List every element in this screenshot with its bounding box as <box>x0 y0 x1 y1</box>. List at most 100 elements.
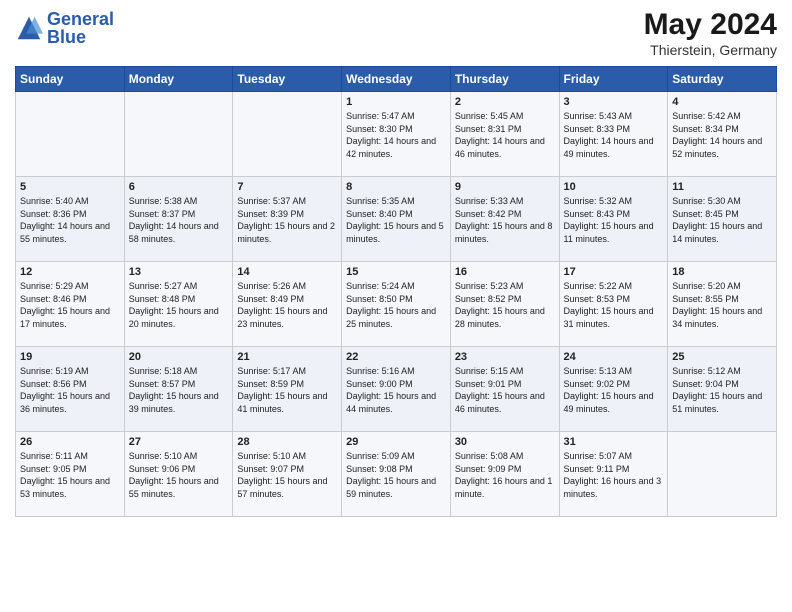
day-number: 20 <box>129 351 229 363</box>
header: General Blue May 2024 Thierstein, German… <box>15 10 777 58</box>
day-number: 17 <box>564 266 664 278</box>
day-cell: 21 Sunrise: 5:17 AMSunset: 8:59 PMDayligh… <box>233 347 342 432</box>
day-number: 26 <box>20 436 120 448</box>
day-cell: 1 Sunrise: 5:47 AMSunset: 8:30 PMDaylight… <box>342 92 451 177</box>
day-number: 14 <box>237 266 337 278</box>
day-info: Sunrise: 5:29 AMSunset: 8:46 PMDaylight:… <box>20 280 120 330</box>
calendar-table: SundayMondayTuesdayWednesdayThursdayFrid… <box>15 66 777 517</box>
day-number: 22 <box>346 351 446 363</box>
day-cell: 17Sunrise: 5:22 AMSunset: 8:53 PMDayligh… <box>559 262 668 347</box>
logo-text: General Blue <box>47 10 114 46</box>
day-number: 18 <box>672 266 772 278</box>
day-number: 21 <box>237 351 337 363</box>
day-info: Sunrise: 5:43 AMSunset: 8:33 PMDaylight:… <box>564 110 664 160</box>
day-cell: 2Sunrise: 5:45 AMSunset: 8:31 PMDaylight… <box>450 92 559 177</box>
day-cell: 28Sunrise: 5:10 AMSunset: 9:07 PMDayligh… <box>233 432 342 517</box>
day-number: 23 <box>455 351 555 363</box>
day-number: 12 <box>20 266 120 278</box>
day-number: 2 <box>455 96 555 108</box>
day-cell: 16 Sunrise: 5:23 AMSunset: 8:52 PMDayligh… <box>450 262 559 347</box>
day-cell <box>233 92 342 177</box>
day-info: Sunrise: 5:24 AMSunset: 8:50 PMDaylight:… <box>346 280 446 330</box>
day-info: Sunrise: 5:38 AMSunset: 8:37 PMDaylight:… <box>129 195 229 245</box>
day-number: 3 <box>564 96 664 108</box>
day-cell: 4 Sunrise: 5:42 AMSunset: 8:34 PMDaylight… <box>668 92 777 177</box>
day-info: Sunrise: 5:16 AMSunset: 9:00 PMDaylight:… <box>346 365 446 415</box>
day-cell <box>16 92 125 177</box>
page: General Blue May 2024 Thierstein, German… <box>0 0 792 612</box>
day-info: Sunrise: 5:13 AMSunset: 9:02 PMDaylight:… <box>564 365 664 415</box>
day-cell: 3 Sunrise: 5:43 AMSunset: 8:33 PMDaylight… <box>559 92 668 177</box>
day-number: 6 <box>129 181 229 193</box>
col-header-monday: Monday <box>124 67 233 92</box>
day-info: Sunrise: 5:17 AMSunset: 8:59 PMDaylight:… <box>237 365 337 415</box>
day-info: Sunrise: 5:15 AMSunset: 9:01 PMDaylight:… <box>455 365 555 415</box>
day-number: 29 <box>346 436 446 448</box>
col-header-tuesday: Tuesday <box>233 67 342 92</box>
day-info: Sunrise: 5:30 AMSunset: 8:45 PMDaylight:… <box>672 195 772 245</box>
day-number: 24 <box>564 351 664 363</box>
day-info: Sunrise: 5:27 AMSunset: 8:48 PMDaylight:… <box>129 280 229 330</box>
day-info: Sunrise: 5:20 AMSunset: 8:55 PMDaylight:… <box>672 280 772 330</box>
title-block: May 2024 Thierstein, Germany <box>644 10 777 58</box>
day-info: Sunrise: 5:42 AMSunset: 8:34 PMDaylight:… <box>672 110 772 160</box>
day-cell: 13 Sunrise: 5:27 AMSunset: 8:48 PMDayligh… <box>124 262 233 347</box>
day-info: Sunrise: 5:10 AMSunset: 9:06 PMDaylight:… <box>129 450 229 500</box>
day-number: 11 <box>672 181 772 193</box>
day-number: 5 <box>20 181 120 193</box>
day-cell: 6 Sunrise: 5:38 AMSunset: 8:37 PMDaylight… <box>124 177 233 262</box>
week-row-2: 5 Sunrise: 5:40 AMSunset: 8:36 PMDaylight… <box>16 177 777 262</box>
day-cell: 9 Sunrise: 5:33 AMSunset: 8:42 PMDaylight… <box>450 177 559 262</box>
day-info: Sunrise: 5:07 AMSunset: 9:11 PMDaylight:… <box>564 450 664 500</box>
day-info: Sunrise: 5:19 AMSunset: 8:56 PMDaylight:… <box>20 365 120 415</box>
day-cell: 12 Sunrise: 5:29 AMSunset: 8:46 PMDayligh… <box>16 262 125 347</box>
day-number: 27 <box>129 436 229 448</box>
logo-icon <box>15 14 43 42</box>
day-cell: 25 Sunrise: 5:12 AMSunset: 9:04 PMDayligh… <box>668 347 777 432</box>
day-cell: 27 Sunrise: 5:10 AMSunset: 9:06 PMDayligh… <box>124 432 233 517</box>
col-header-sunday: Sunday <box>16 67 125 92</box>
day-cell: 23 Sunrise: 5:15 AMSunset: 9:01 PMDayligh… <box>450 347 559 432</box>
day-info: Sunrise: 5:32 AMSunset: 8:43 PMDaylight:… <box>564 195 664 245</box>
day-info: Sunrise: 5:23 AMSunset: 8:52 PMDaylight:… <box>455 280 555 330</box>
logo-general: General <box>47 9 114 29</box>
day-info: Sunrise: 5:18 AMSunset: 8:57 PMDaylight:… <box>129 365 229 415</box>
week-row-1: 1 Sunrise: 5:47 AMSunset: 8:30 PMDaylight… <box>16 92 777 177</box>
day-info: Sunrise: 5:09 AMSunset: 9:08 PMDaylight:… <box>346 450 446 500</box>
day-number: 25 <box>672 351 772 363</box>
day-cell: 11 Sunrise: 5:30 AMSunset: 8:45 PMDayligh… <box>668 177 777 262</box>
day-number: 16 <box>455 266 555 278</box>
logo: General Blue <box>15 10 114 46</box>
day-number: 9 <box>455 181 555 193</box>
day-cell <box>668 432 777 517</box>
day-cell: 8Sunrise: 5:35 AMSunset: 8:40 PMDaylight… <box>342 177 451 262</box>
day-info: Sunrise: 5:26 AMSunset: 8:49 PMDaylight:… <box>237 280 337 330</box>
day-cell: 26 Sunrise: 5:11 AMSunset: 9:05 PMDayligh… <box>16 432 125 517</box>
day-number: 8 <box>346 181 446 193</box>
day-number: 1 <box>346 96 446 108</box>
day-number: 13 <box>129 266 229 278</box>
day-number: 4 <box>672 96 772 108</box>
day-cell: 5 Sunrise: 5:40 AMSunset: 8:36 PMDaylight… <box>16 177 125 262</box>
day-cell: 10Sunrise: 5:32 AMSunset: 8:43 PMDayligh… <box>559 177 668 262</box>
day-cell: 22 Sunrise: 5:16 AMSunset: 9:00 PMDayligh… <box>342 347 451 432</box>
day-info: Sunrise: 5:12 AMSunset: 9:04 PMDaylight:… <box>672 365 772 415</box>
day-cell: 24 Sunrise: 5:13 AMSunset: 9:02 PMDayligh… <box>559 347 668 432</box>
day-number: 7 <box>237 181 337 193</box>
col-header-thursday: Thursday <box>450 67 559 92</box>
month-year: May 2024 <box>644 10 777 40</box>
logo-blue: Blue <box>47 27 86 47</box>
location: Thierstein, Germany <box>644 42 777 58</box>
day-cell: 18 Sunrise: 5:20 AMSunset: 8:55 PMDayligh… <box>668 262 777 347</box>
week-row-4: 19Sunrise: 5:19 AMSunset: 8:56 PMDayligh… <box>16 347 777 432</box>
day-cell: 7Sunrise: 5:37 AMSunset: 8:39 PMDaylight… <box>233 177 342 262</box>
day-number: 31 <box>564 436 664 448</box>
day-info: Sunrise: 5:47 AMSunset: 8:30 PMDaylight:… <box>346 110 446 160</box>
day-info: Sunrise: 5:40 AMSunset: 8:36 PMDaylight:… <box>20 195 120 245</box>
day-info: Sunrise: 5:33 AMSunset: 8:42 PMDaylight:… <box>455 195 555 245</box>
day-number: 30 <box>455 436 555 448</box>
col-header-friday: Friday <box>559 67 668 92</box>
day-info: Sunrise: 5:11 AMSunset: 9:05 PMDaylight:… <box>20 450 120 500</box>
day-cell <box>124 92 233 177</box>
day-cell: 31 Sunrise: 5:07 AMSunset: 9:11 PMDayligh… <box>559 432 668 517</box>
